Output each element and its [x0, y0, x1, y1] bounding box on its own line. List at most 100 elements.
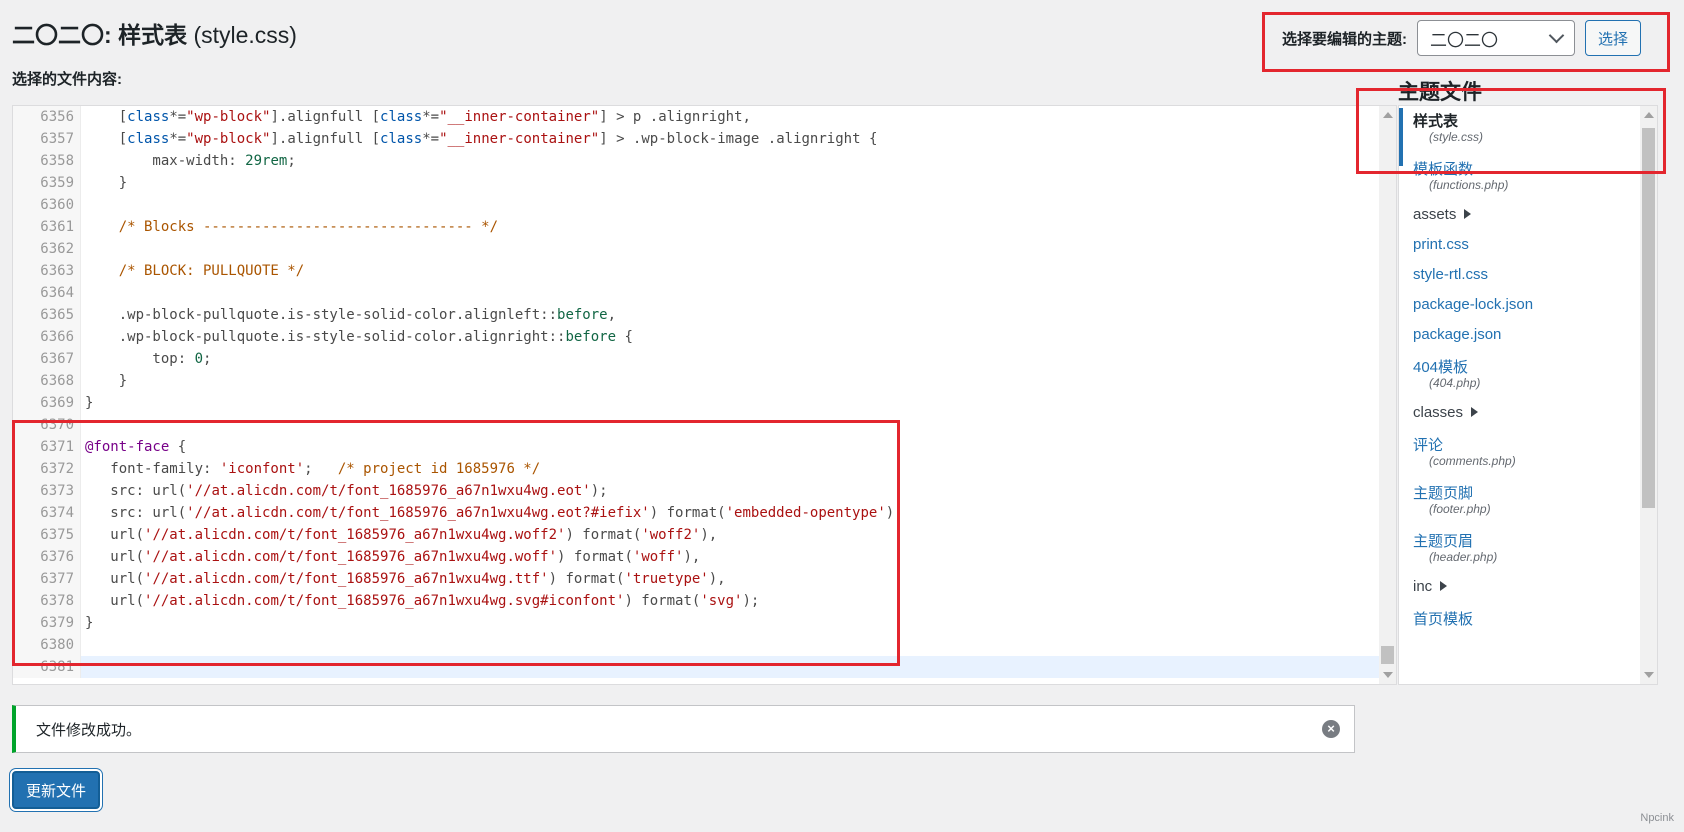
code-line[interactable]: 6358 max-width: 29rem;: [13, 150, 1396, 172]
select-theme-button[interactable]: 选择: [1585, 20, 1642, 56]
code-line[interactable]: 6369}: [13, 392, 1396, 414]
file-item[interactable]: 主题页眉: [1413, 530, 1473, 551]
notice-text: 文件修改成功。: [36, 721, 142, 739]
code-line[interactable]: 6372 font-family: 'iconfont'; /* project…: [13, 458, 1396, 480]
file-item[interactable]: 首页模板: [1413, 608, 1473, 629]
line-number: 6360: [13, 194, 81, 216]
line-number: 6365: [13, 304, 81, 326]
code-line[interactable]: 6365 .wp-block-pullquote.is-style-solid-…: [13, 304, 1396, 326]
code-line[interactable]: 6381: [13, 656, 1396, 678]
code-text: top: 0;: [85, 351, 212, 367]
file-item-label: 首页模板: [1413, 611, 1474, 628]
file-item[interactable]: 评论: [1413, 434, 1443, 455]
folder-item[interactable]: assets: [1413, 206, 1472, 223]
code-line[interactable]: 6363 /* BLOCK: PULLQUOTE */: [13, 260, 1396, 282]
code-text: /* BLOCK: PULLQUOTE */: [118, 263, 305, 279]
theme-picker: 选择要编辑的主题: 二〇二〇 选择: [1282, 20, 1642, 56]
folder-item[interactable]: inc: [1413, 578, 1448, 595]
theme-select-value: 二〇二〇: [1430, 30, 1498, 50]
code-line[interactable]: 6378 url('//at.alicdn.com/t/font_1685976…: [13, 590, 1396, 612]
code-line[interactable]: 6374 src: url('//at.alicdn.com/t/font_16…: [13, 502, 1396, 524]
file-item-label: 模板函数: [1413, 161, 1474, 178]
expand-arrow-icon[interactable]: [1464, 209, 1472, 219]
line-number: 6357: [13, 128, 81, 150]
file-list-scrollbar[interactable]: [1640, 106, 1657, 684]
theme-file-list: 样式表 (style.css) 模板函数 (functions.php) assets p…: [1398, 105, 1658, 685]
code-line[interactable]: 6361 /* Blocks -------------------------…: [13, 216, 1396, 238]
code-line[interactable]: 6380: [13, 634, 1396, 656]
code-line[interactable]: 6373 src: url('//at.alicdn.com/t/font_16…: [13, 480, 1396, 502]
code-line[interactable]: 6367 top: 0;: [13, 348, 1396, 370]
file-item[interactable]: 主题页脚: [1413, 482, 1473, 503]
line-number: 6361: [13, 216, 81, 238]
line-number: 6366: [13, 326, 81, 348]
line-number: 6362: [13, 238, 81, 260]
update-file-button[interactable]: 更新文件: [12, 771, 101, 809]
line-number: 6364: [13, 282, 81, 304]
code-line[interactable]: 6366 .wp-block-pullquote.is-style-solid-…: [13, 326, 1396, 348]
file-item[interactable]: package-lock.json: [1413, 296, 1533, 313]
code-line[interactable]: 6371 @font-face {: [13, 436, 1396, 458]
file-item[interactable]: 模板函数: [1413, 158, 1473, 179]
file-item-label: assets: [1413, 206, 1457, 223]
file-item-filename: (footer.php): [1429, 502, 1491, 516]
code-text: url('//at.alicdn.com/t/font_1685976_a67n…: [85, 571, 726, 587]
code-line[interactable]: 6362: [13, 238, 1396, 260]
file-item[interactable]: 样式表: [1413, 110, 1458, 131]
line-number: 6381: [13, 656, 81, 678]
code-line[interactable]: 6368 }: [13, 370, 1396, 392]
line-number: 6379: [13, 612, 81, 634]
code-line[interactable]: 6364: [13, 282, 1396, 304]
scroll-up-icon[interactable]: [1644, 112, 1654, 118]
watermark: Npcink: [1640, 812, 1674, 824]
scroll-thumb[interactable]: [1381, 646, 1394, 664]
line-number: 6376: [13, 546, 81, 568]
editor-scrollbar[interactable]: [1379, 106, 1396, 684]
code-text: src: url('//at.alicdn.com/t/font_1685976…: [85, 505, 903, 521]
file-name: 样式表: [118, 22, 188, 48]
code-editor[interactable]: 6356 [class*="wp-block"].alignfull [clas…: [12, 105, 1397, 685]
file-item-filename: (functions.php): [1429, 178, 1509, 192]
page-title: 二〇二〇: 样式表 (style.css): [12, 20, 297, 50]
code-text: .wp-block-pullquote.is-style-solid-color…: [85, 307, 617, 323]
code-line[interactable]: 6370: [13, 414, 1396, 436]
code-text: [class*="wp-block"].alignfull [class*="_…: [85, 109, 751, 125]
code-text: .wp-block-pullquote.is-style-solid-color…: [85, 329, 633, 345]
file-path: (style.css): [193, 22, 297, 48]
scroll-down-icon[interactable]: [1644, 672, 1654, 678]
expand-arrow-icon[interactable]: [1440, 581, 1448, 591]
file-item[interactable]: package.json: [1413, 326, 1501, 343]
code-text: url('//at.alicdn.com/t/font_1685976_a67n…: [85, 527, 718, 543]
code-lines: 6356 [class*="wp-block"].alignfull [clas…: [13, 106, 1396, 678]
file-item[interactable]: 404模板: [1413, 356, 1468, 377]
file-item-label: 404模板: [1413, 359, 1469, 376]
theme-select[interactable]: 二〇二〇: [1417, 20, 1575, 56]
code-line[interactable]: 6375 url('//at.alicdn.com/t/font_1685976…: [13, 524, 1396, 546]
code-line[interactable]: 6376 url('//at.alicdn.com/t/font_1685976…: [13, 546, 1396, 568]
code-line[interactable]: 6377 url('//at.alicdn.com/t/font_1685976…: [13, 568, 1396, 590]
code-text: }: [85, 373, 128, 389]
line-number: 6370: [13, 414, 81, 436]
chevron-down-icon: [1548, 27, 1565, 44]
expand-arrow-icon[interactable]: [1471, 407, 1479, 417]
folder-item[interactable]: classes: [1413, 404, 1479, 421]
line-number: 6371: [13, 436, 81, 458]
scroll-up-icon[interactable]: [1383, 112, 1393, 118]
code-text: @font-face {: [85, 439, 187, 455]
dismiss-icon[interactable]: ×: [1322, 720, 1340, 738]
code-line[interactable]: 6356 [class*="wp-block"].alignfull [clas…: [13, 106, 1396, 128]
file-item-label: 样式表: [1413, 113, 1459, 130]
theme-files-title: 主题文件: [1398, 81, 1482, 104]
code-line[interactable]: 6357 [class*="wp-block"].alignfull [clas…: [13, 128, 1396, 150]
code-line[interactable]: 6379}: [13, 612, 1396, 634]
file-item-filename: (404.php): [1429, 376, 1481, 390]
line-number: 6375: [13, 524, 81, 546]
line-number: 6363: [13, 260, 81, 282]
file-item-filename: (comments.php): [1429, 454, 1516, 468]
code-line[interactable]: 6359 }: [13, 172, 1396, 194]
code-line[interactable]: 6360: [13, 194, 1396, 216]
file-item[interactable]: style-rtl.css: [1413, 266, 1488, 283]
file-item[interactable]: print.css: [1413, 236, 1469, 253]
scroll-down-icon[interactable]: [1383, 672, 1393, 678]
scroll-thumb[interactable]: [1642, 128, 1655, 508]
